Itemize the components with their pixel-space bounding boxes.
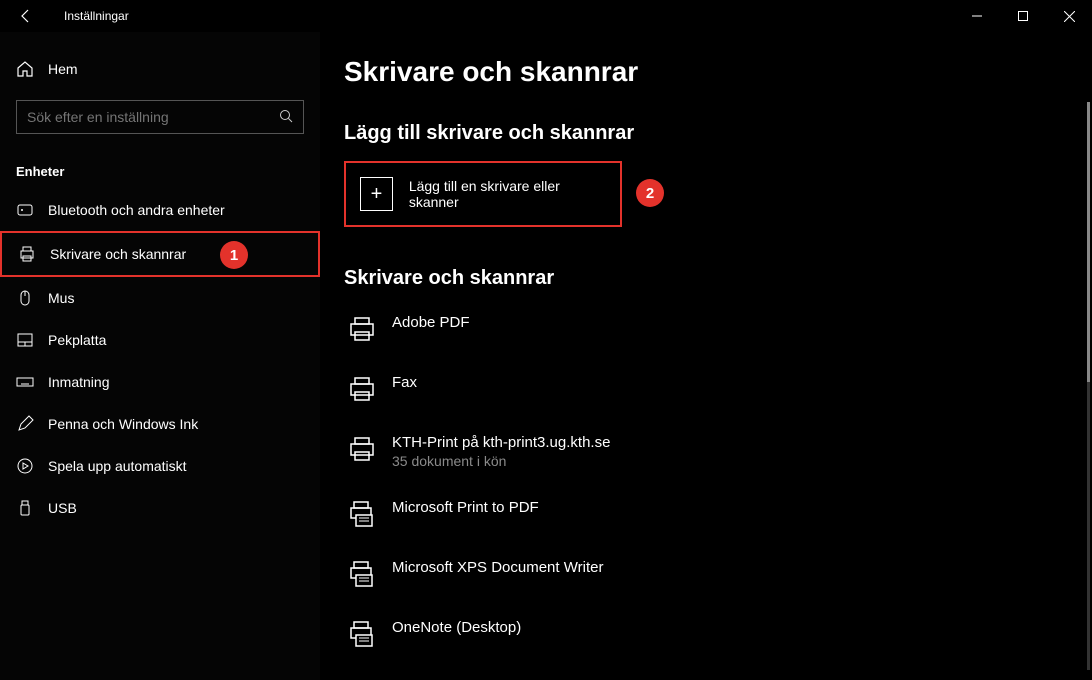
printer-item[interactable]: KTH-Print på kth-print3.ug.kth.se 35 doku… <box>344 426 1068 477</box>
printer-item[interactable]: Microsoft Print to PDF <box>344 491 1068 537</box>
printer-name: OneNote (Desktop) <box>392 619 521 636</box>
printer-icon <box>344 559 380 589</box>
nav-mouse[interactable]: Mus <box>0 277 320 319</box>
nav-typing[interactable]: Inmatning <box>0 361 320 403</box>
scrollbar-thumb[interactable] <box>1087 102 1090 382</box>
nav-label: USB <box>48 500 77 516</box>
pen-icon <box>16 415 34 433</box>
maximize-button[interactable] <box>1000 0 1046 32</box>
search-icon <box>279 109 293 126</box>
scrollbar[interactable] <box>1087 102 1090 670</box>
printer-subtext: 35 dokument i kön <box>392 453 610 469</box>
nav-label: Bluetooth och andra enheter <box>48 202 225 218</box>
annotation-badge-2: 2 <box>636 179 664 207</box>
nav-autoplay[interactable]: Spela upp automatiskt <box>0 445 320 487</box>
printer-name: Microsoft Print to PDF <box>392 499 539 516</box>
nav-label: Pekplatta <box>48 332 106 348</box>
printer-icon <box>344 434 380 464</box>
nav-printers[interactable]: Skrivare och skannrar <box>0 231 320 277</box>
home-icon <box>16 60 34 78</box>
keyboard-icon <box>16 373 34 391</box>
nav-pen[interactable]: Penna och Windows Ink <box>0 403 320 445</box>
nav-bluetooth[interactable]: Bluetooth och andra enheter <box>0 189 320 231</box>
minimize-button[interactable] <box>954 0 1000 32</box>
touchpad-icon <box>16 331 34 349</box>
add-section-title: Lägg till skrivare och skannrar <box>344 122 1068 145</box>
nav-label: Penna och Windows Ink <box>48 416 198 432</box>
printer-icon <box>344 619 380 649</box>
printer-item[interactable]: OneNote for Windows 10 <box>344 671 1068 680</box>
page-title: Skrivare och skannrar <box>344 56 1068 88</box>
home-label: Hem <box>48 61 78 77</box>
printer-icon <box>344 374 380 404</box>
annotation-badge-1: 1 <box>220 241 248 269</box>
list-section-title: Skrivare och skannrar <box>344 267 1068 290</box>
home-nav[interactable]: Hem <box>0 50 320 88</box>
nav-label: Inmatning <box>48 374 109 390</box>
printer-name: KTH-Print på kth-print3.ug.kth.se <box>392 434 610 451</box>
printer-icon <box>344 314 380 344</box>
back-button[interactable] <box>18 8 46 24</box>
close-button[interactable] <box>1046 0 1092 32</box>
printer-item[interactable]: Fax <box>344 366 1068 412</box>
search-input[interactable] <box>27 109 279 125</box>
category-header: Enheter <box>0 152 320 189</box>
printer-name: Fax <box>392 374 417 391</box>
printer-item[interactable]: Microsoft XPS Document Writer <box>344 551 1068 597</box>
plus-icon: + <box>360 177 393 211</box>
nav-label: Mus <box>48 290 74 306</box>
autoplay-icon <box>16 457 34 475</box>
nav-label: Spela upp automatiskt <box>48 458 187 474</box>
add-printer-label: Lägg till en skrivare eller skanner <box>409 178 606 210</box>
bluetooth-icon <box>16 201 34 219</box>
nav-label: Skrivare och skannrar <box>50 246 186 262</box>
usb-icon <box>16 499 34 517</box>
nav-usb[interactable]: USB <box>0 487 320 529</box>
mouse-icon <box>16 289 34 307</box>
search-box[interactable] <box>16 100 304 134</box>
printer-item[interactable]: Adobe PDF <box>344 306 1068 352</box>
printer-name: Adobe PDF <box>392 314 470 331</box>
nav-touchpad[interactable]: Pekplatta <box>0 319 320 361</box>
printer-icon <box>18 245 36 263</box>
printer-name: Microsoft XPS Document Writer <box>392 559 603 576</box>
printer-icon <box>344 499 380 529</box>
printer-item[interactable]: OneNote (Desktop) <box>344 611 1068 657</box>
window-title: Inställningar <box>64 9 129 23</box>
add-printer-button[interactable]: + Lägg till en skrivare eller skanner <box>344 161 622 227</box>
